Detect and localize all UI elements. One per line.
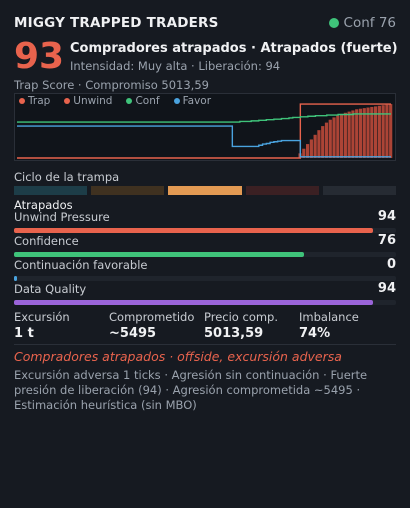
metric-value: 76 bbox=[377, 233, 396, 248]
unwind-bar bbox=[385, 104, 389, 158]
legend-label: Trap bbox=[28, 95, 51, 107]
trap-score-line: Trap Score · Compromiso 5013,59 bbox=[14, 78, 209, 92]
metric-track bbox=[14, 228, 396, 233]
cycle-segment bbox=[322, 186, 397, 195]
stat-comprometido: Comprometido ~5495 bbox=[109, 310, 204, 341]
stats-row: Excursión 1 t Comprometido ~5495 Precio … bbox=[14, 310, 396, 341]
metric-value: 94 bbox=[377, 281, 396, 296]
metric-track bbox=[14, 252, 396, 257]
legend-dot-icon bbox=[126, 98, 133, 104]
metric-name: Unwind Pressure bbox=[14, 210, 110, 224]
cycle-segment bbox=[245, 186, 319, 195]
legend-label: Conf bbox=[135, 95, 160, 107]
score-row: 93 Compradores atrapados · Atrapados (fu… bbox=[14, 36, 398, 80]
metric-name: Data Quality bbox=[14, 282, 87, 296]
metric-fill bbox=[14, 252, 305, 257]
divider bbox=[14, 344, 396, 345]
metric-track bbox=[14, 276, 396, 281]
metric-fill bbox=[14, 276, 18, 281]
stat-value: 1 t bbox=[14, 326, 34, 341]
notes-text: Excursión adversa 1 ticks · Agresión sin… bbox=[14, 368, 368, 412]
legend-item-trap: Trap bbox=[19, 95, 50, 107]
trap-headline: Compradores atrapados · Atrapados (fuert… bbox=[70, 41, 398, 56]
legend-label: Unwind bbox=[73, 95, 113, 107]
unwind-bar bbox=[332, 117, 336, 158]
unwind-bar bbox=[381, 105, 385, 158]
legend-dot-icon bbox=[19, 98, 25, 104]
unwind-bar bbox=[321, 126, 325, 158]
stat-label: Imbalance bbox=[299, 310, 359, 324]
stat-imbalance: Imbalance 74% bbox=[299, 310, 394, 341]
unwind-bar bbox=[343, 112, 347, 158]
metric-fill bbox=[14, 300, 374, 305]
unwind-bar bbox=[347, 111, 351, 158]
panel-header: MIGGY TRAPPED TRADERS Conf 76 bbox=[14, 12, 396, 34]
legend-item-unwind: Unwind bbox=[64, 95, 112, 107]
unwind-bar bbox=[355, 109, 359, 158]
metric-name: Confidence bbox=[14, 234, 79, 248]
confidence-dot-icon bbox=[328, 18, 339, 28]
chart-legend: Trap Unwind Conf Favor bbox=[19, 95, 225, 107]
metric-value: 0 bbox=[386, 257, 396, 272]
stat-value: ~5495 bbox=[109, 326, 157, 341]
unwind-bar bbox=[336, 115, 340, 158]
unwind-bar bbox=[309, 139, 313, 158]
cycle-segment-active bbox=[168, 186, 242, 195]
cycle-segment bbox=[14, 186, 88, 195]
unwind-bar bbox=[366, 107, 370, 158]
trap-chart: Trap Unwind Conf Favor bbox=[14, 93, 396, 161]
metric-name: Continuación favorable bbox=[14, 258, 148, 272]
legend-item-conf: Conf bbox=[126, 95, 160, 107]
unwind-bar bbox=[317, 130, 321, 158]
unwind-bar bbox=[306, 144, 310, 158]
cycle-segment bbox=[91, 186, 165, 195]
trap-subline: Intensidad: Muy alta · Liberación: 94 bbox=[70, 59, 281, 73]
metric-value: 94 bbox=[377, 209, 396, 224]
confidence-text: Conf 76 bbox=[343, 15, 396, 31]
legend-label: Favor bbox=[182, 95, 212, 107]
metric-track bbox=[14, 300, 396, 305]
legend-dot-icon bbox=[173, 98, 180, 104]
stat-precio: Precio comp. 5013,59 bbox=[204, 310, 299, 341]
stat-excursion: Excursión 1 t bbox=[14, 310, 109, 341]
unwind-bar bbox=[324, 122, 329, 158]
panel-title: MIGGY TRAPPED TRADERS bbox=[14, 15, 219, 31]
cycle-label: Ciclo de la trampa bbox=[14, 170, 120, 184]
stat-value: 74% bbox=[299, 326, 331, 341]
stat-label: Excursión bbox=[14, 310, 70, 324]
trap-cycle-bar bbox=[14, 186, 397, 195]
stat-value: 5013,59 bbox=[204, 326, 264, 341]
unwind-bar bbox=[389, 104, 393, 158]
unwind-bar bbox=[358, 108, 363, 158]
confidence-badge: Conf 76 bbox=[328, 15, 396, 31]
stat-label: Comprometido bbox=[109, 310, 195, 324]
unwind-bar bbox=[351, 110, 355, 158]
unwind-bar bbox=[313, 134, 317, 158]
alert-text: Compradores atrapados · offside, excursi… bbox=[14, 349, 342, 364]
metric-fill bbox=[14, 228, 374, 233]
unwind-bar bbox=[328, 119, 332, 158]
stat-label: Precio comp. bbox=[204, 310, 279, 324]
unwind-bar bbox=[340, 113, 344, 158]
trapped-traders-panel: MIGGY TRAPPED TRADERS Conf 76 93 Comprad… bbox=[0, 0, 410, 508]
trap-score: 93 bbox=[14, 36, 65, 77]
unwind-bar bbox=[362, 108, 366, 158]
legend-item-favor: Favor bbox=[173, 95, 212, 107]
legend-dot-icon bbox=[64, 98, 71, 104]
